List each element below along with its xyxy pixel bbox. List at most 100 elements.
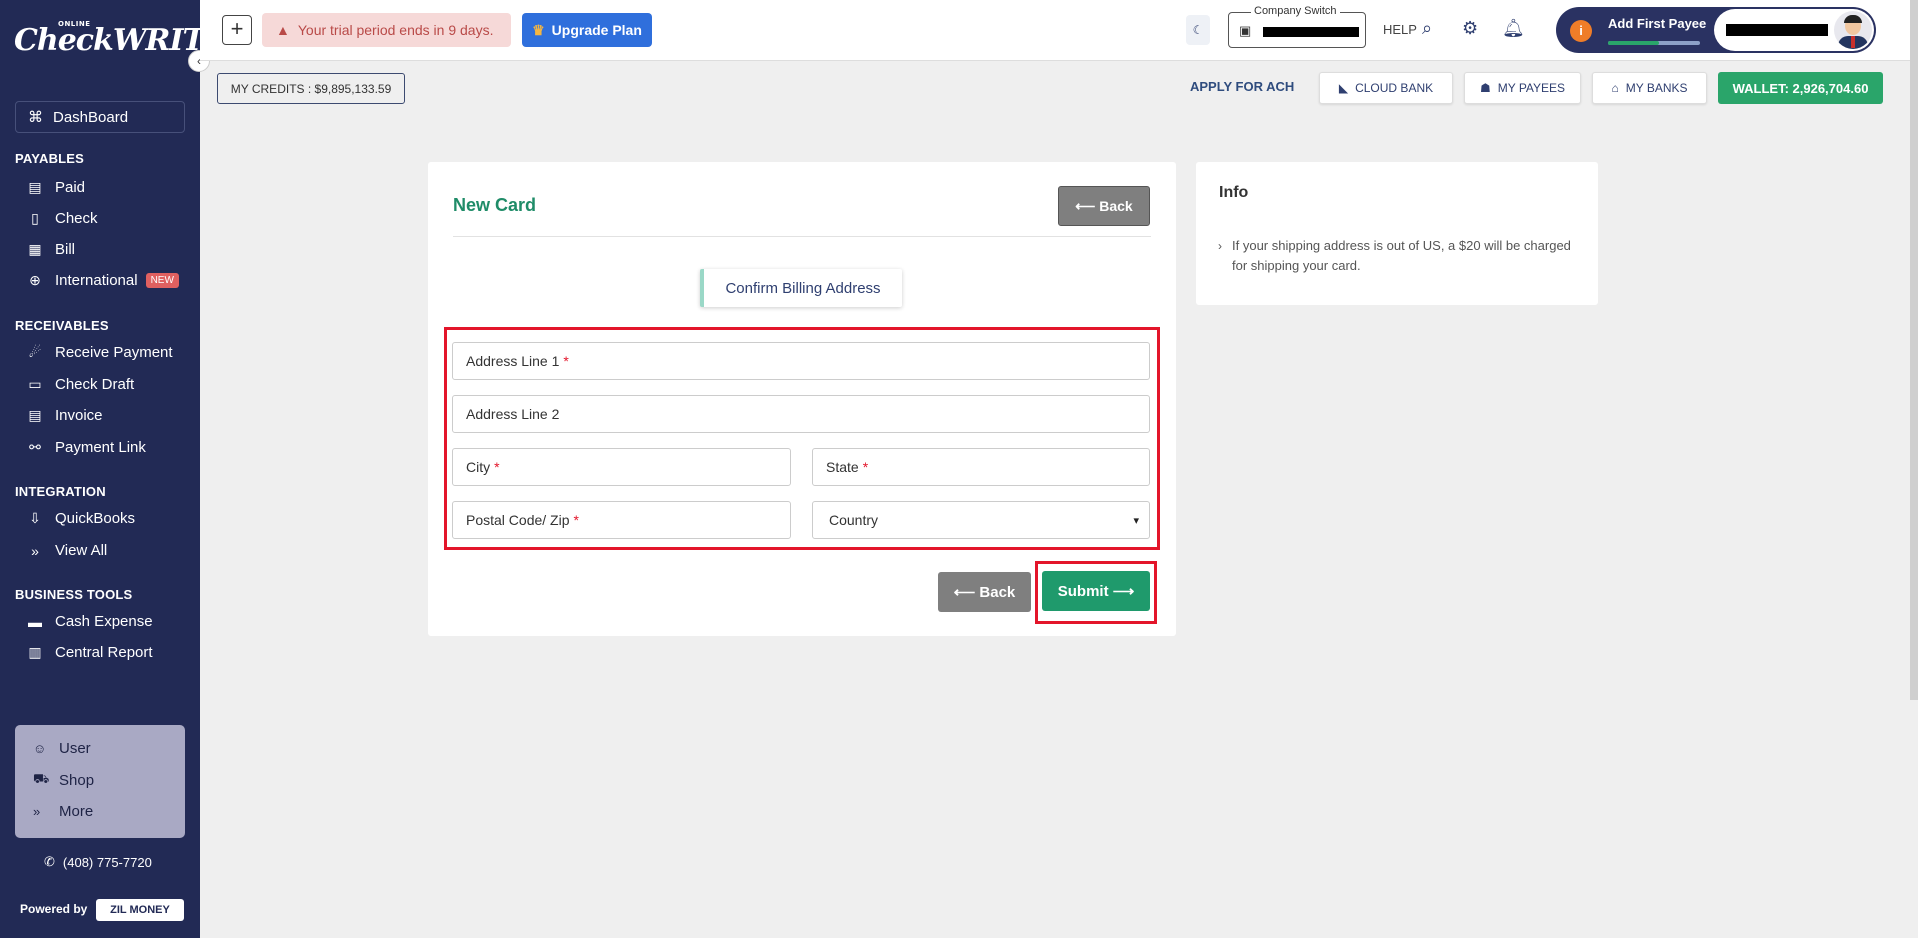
sidebar-item-label: Bill [55,241,76,258]
sidebar-item-label: More [59,803,94,820]
apply-for-ach-link[interactable]: APPLY FOR ACH [1190,79,1294,94]
info-panel: Info › If your shipping address is out o… [1196,162,1598,305]
info-text: If your shipping address is out of US, a… [1232,238,1571,273]
info-icon: i [1570,20,1592,42]
sidebar-item-central-report[interactable]: ▥ Central Report [25,644,153,661]
address-line-1-field[interactable]: Address Line 1 * [452,342,1150,380]
person-icon: ☗ [1479,81,1491,95]
sidebar-item-user[interactable]: ☺ User [33,740,91,757]
postal-code-field[interactable]: Postal Code/ Zip * [452,501,791,539]
upgrade-label: Upgrade Plan [551,22,642,38]
my-payees-button[interactable]: ☗ MY PAYEES [1464,72,1581,104]
sidebar-item-label: Shop [59,771,95,789]
user-menu[interactable] [1714,9,1874,51]
section-receivables: RECEIVABLES [15,318,109,333]
country-selected-value: Country [829,512,879,528]
sidebar-user-box: ☺ User ⛟ Shop » More [15,725,185,838]
sidebar-item-label: Central Report [55,644,153,661]
sidebar-item-cash-expense[interactable]: ▬ Cash Expense [25,613,153,630]
submit-label: Submit [1057,582,1109,600]
required-mark: * [563,353,569,369]
sidebar-item-dashboard[interactable]: ⌘ DashBoard [15,101,185,133]
back-button-bottom[interactable]: ⟵ Back [938,572,1031,612]
sidebar-item-check-draft[interactable]: ▭ Check Draft [25,376,134,393]
sidebar-item-check[interactable]: ▯ Check [25,210,98,227]
sidebar-item-more[interactable]: » More [33,803,93,820]
section-business-tools: BUSINESS TOOLS [15,587,133,602]
payee-progress-bar [1608,41,1700,45]
trial-text: Your trial period ends in 9 days. [297,22,494,38]
page-scrollbar[interactable] [1910,0,1918,700]
gear-icon[interactable]: ⚙ [1462,18,1478,39]
back-label: Back [1099,198,1133,214]
sidebar-item-payment-link[interactable]: ⚯ Payment Link [25,439,146,456]
top-bar: + ▲ Your trial period ends in 9 days. ♛ … [200,0,1918,61]
sidebar-item-label: Invoice [55,407,103,424]
sidebar-item-label: Check Draft [55,376,135,393]
info-title: Info [1219,184,1249,201]
my-banks-label: MY BANKS [1625,81,1688,95]
back-label: Back [979,583,1016,601]
sidebar-item-view-all[interactable]: » View All [25,542,107,559]
zil-money-logo[interactable]: ZIL MONEY [96,899,184,921]
phone-number: (408) 775-7720 [62,854,152,870]
postal-code-placeholder: Postal Code/ Zip [466,512,570,528]
arrow-right-icon: ⟶ [1108,583,1135,600]
user-icon: ☺ [33,741,47,756]
add-first-payee-label: Add First Payee [1608,16,1707,31]
add-button[interactable]: + [222,15,252,45]
new-card-panel: New Card ⟵ Back Confirm Billing Address … [428,162,1176,636]
wallet-button[interactable]: WALLET: 2,926,704.60 [1718,72,1883,104]
cloud-bank-label: CLOUD BANK [1355,81,1434,95]
cloud-bank-icon: ◣ [1338,81,1349,95]
bill-icon: ▦ [28,241,42,257]
my-credits-badge: MY CREDITS : $9,895,133.59 [217,73,405,104]
my-banks-button[interactable]: ⌂ MY BANKS [1592,72,1707,104]
sidebar-item-receive-payment[interactable]: ☄ Receive Payment [25,344,173,361]
upgrade-plan-button[interactable]: ♛ Upgrade Plan [522,13,652,47]
sidebar-item-label: International [55,272,138,289]
command-icon: ⌘ [28,109,43,126]
country-select[interactable]: Country ▾ [812,501,1150,539]
sidebar-item-invoice[interactable]: ▤ Invoice [25,407,103,424]
tab-confirm-billing-address[interactable]: Confirm Billing Address [700,269,902,307]
submit-button[interactable]: Submit ⟶ [1042,571,1150,611]
cloud-bank-button[interactable]: ◣ CLOUD BANK [1319,72,1453,104]
support-phone[interactable]: ✆ (408) 775-7720 [44,854,152,870]
invoice-icon: ▤ [28,407,42,423]
sidebar-item-paid[interactable]: ▤ Paid [25,179,85,196]
sidebar-item-shop[interactable]: ⛟ Shop [33,771,94,789]
address-line-1-placeholder: Address Line 1 [466,353,560,369]
sidebar-item-bill[interactable]: ▦ Bill [25,241,75,258]
required-mark: * [573,512,579,528]
checkwriter-logo[interactable]: ONLINE CheckWRITER [14,18,251,78]
required-mark: * [862,459,869,475]
dark-mode-toggle[interactable]: ☾ [1186,15,1210,45]
trial-banner: ▲ Your trial period ends in 9 days. [262,13,511,47]
back-button-top[interactable]: ⟵ Back [1058,186,1150,226]
sidebar-item-label: QuickBooks [55,510,136,527]
city-field[interactable]: City * [452,448,791,486]
address-line-2-field[interactable]: Address Line 2 [452,395,1150,433]
company-switch[interactable]: Company Switch ▣ [1228,5,1366,48]
state-field[interactable]: State * [812,448,1150,486]
help-link[interactable]: HELP [1383,22,1417,37]
sidebar: ONLINE CheckWRITER ‹ ⌘ DashBoard PAYABLE… [0,0,251,938]
receipt-icon: ▤ [28,179,42,195]
arrow-left-icon: ⟵ [1075,197,1100,214]
sidebar-item-label: User [59,740,91,757]
add-first-payee-widget[interactable]: i Add First Payee [1556,7,1876,53]
state-placeholder: State [826,459,859,475]
user-name-redacted [1726,24,1828,36]
crown-icon: ♛ [532,21,545,38]
payee-progress-fill [1608,41,1659,45]
bank-icon: ⌂ [1611,81,1619,95]
check-document-icon: ▯ [31,210,39,226]
sidebar-item-label: Check [55,210,98,227]
sidebar-item-international[interactable]: ⊕ International NEW [25,272,179,289]
city-placeholder: City [466,459,491,475]
search-icon[interactable]: ⌕ [1422,18,1432,39]
double-chevron-right-icon: » [33,804,41,819]
sidebar-item-quickbooks[interactable]: ⇩ QuickBooks [25,510,135,527]
bell-icon[interactable]: 🔔︎ [1502,18,1525,39]
